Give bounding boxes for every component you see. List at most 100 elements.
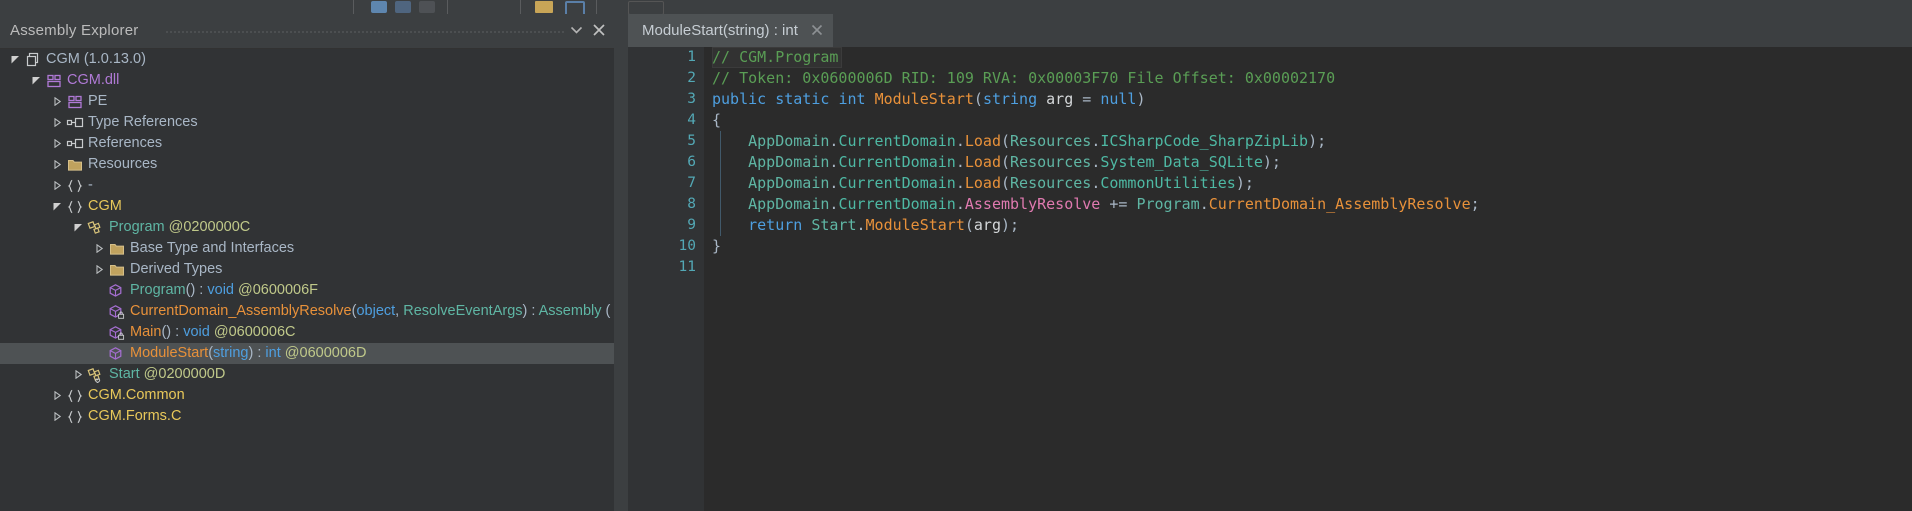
code-line[interactable]: 1 // CGM.Program <box>628 47 1912 68</box>
tree-row[interactable]: Base Type and Interfaces <box>0 238 614 259</box>
tree-row[interactable]: References <box>0 133 614 154</box>
tree-row[interactable]: - <box>0 175 614 196</box>
folder-icon <box>66 154 84 175</box>
code-line[interactable]: 7 AppDomain.CurrentDomain.Load(Resources… <box>628 173 1912 194</box>
twisty-collapsed-icon[interactable] <box>50 154 64 175</box>
tree-row-label: CurrentDomain_AssemblyResolve(object, Re… <box>130 303 611 319</box>
toolbar-icon-run[interactable] <box>371 1 387 13</box>
namespace-icon <box>66 406 84 427</box>
tree-row-label: CGM.dll <box>67 72 120 88</box>
panel-header: Assembly Explorer <box>0 14 614 49</box>
panel-splitter[interactable] <box>614 14 628 511</box>
ide-window: Assembly Explorer CGM (1.0.13.0) CGM.dll… <box>0 0 1912 511</box>
folder-icon <box>108 259 126 280</box>
folder-icon <box>108 238 126 259</box>
code-lines[interactable]: 1 // CGM.Program 2 // Token: 0x0600006D RID… <box>628 47 1912 511</box>
tree-row[interactable]: ModuleStart(string) : int @0600006D <box>0 343 614 364</box>
twisty-collapsed-icon[interactable] <box>71 364 85 385</box>
code-line[interactable]: 10} <box>628 236 1912 257</box>
tree-row[interactable]: Program() : void @0600006F <box>0 280 614 301</box>
tree-row[interactable]: Derived Types <box>0 259 614 280</box>
toolbar-icon-folder[interactable] <box>535 1 553 13</box>
tree-row-label: Start @0200000D <box>109 366 226 382</box>
code-line[interactable]: 3 public static int ModuleStart(string ar… <box>628 89 1912 110</box>
code-line[interactable]: 8 AppDomain.CurrentDomain.AssemblyResolv… <box>628 194 1912 215</box>
tree-row-label: Program @0200000C <box>109 219 251 235</box>
namespace-icon <box>66 175 84 196</box>
toolbar-separator <box>520 0 521 14</box>
tree-row-label: CGM.Forms.C <box>88 408 182 424</box>
tree-row[interactable]: CGM.dll <box>0 70 614 91</box>
code-editor: ModuleStart(string) : int 1 // CGM.Progra… <box>628 14 1912 511</box>
line-number: 6 <box>687 154 696 170</box>
method-private-icon <box>108 322 126 343</box>
code-line[interactable]: 9 return Start.ModuleStart(arg); <box>628 215 1912 236</box>
reference-icon <box>66 133 84 154</box>
tree-row[interactable]: Type References <box>0 112 614 133</box>
tree-row-label: PE <box>88 93 108 109</box>
tree-row[interactable]: Resources <box>0 154 614 175</box>
line-number: 3 <box>687 91 696 107</box>
module-icon <box>66 91 84 112</box>
class-internal-icon <box>87 364 105 385</box>
tree-row[interactable]: CGM (1.0.13.0) <box>0 49 614 70</box>
code-text: } <box>712 237 722 255</box>
tree-row-label: Base Type and Interfaces <box>130 240 295 256</box>
twisty-collapsed-icon[interactable] <box>50 112 64 133</box>
twisty-expanded-icon[interactable] <box>71 217 85 238</box>
code-line[interactable]: 2 // Token: 0x0600006D RID: 109 RVA: 0x00… <box>628 68 1912 89</box>
tree-row[interactable]: Main() : void @0600006C <box>0 322 614 343</box>
code-line[interactable]: 4{ <box>628 110 1912 131</box>
code-surface[interactable]: 1 // CGM.Program 2 // Token: 0x0600006D RID… <box>628 47 1912 511</box>
tab-modulestart[interactable]: ModuleStart(string) : int <box>628 14 833 47</box>
panel-title: Assembly Explorer <box>10 22 139 39</box>
close-icon[interactable] <box>589 20 609 40</box>
tree-row[interactable]: Program @0200000C <box>0 217 614 238</box>
tree-row-label: Resources <box>88 156 158 172</box>
twisty-expanded-icon[interactable] <box>29 70 43 91</box>
toolbar-icon-debug[interactable] <box>395 1 411 13</box>
tree-row[interactable]: CGM <box>0 196 614 217</box>
tree-row-label: CGM <box>88 198 122 214</box>
twisty-collapsed-icon[interactable] <box>50 91 64 112</box>
twisty-collapsed-icon[interactable] <box>50 406 64 427</box>
tree-row[interactable]: CGM.Common <box>0 385 614 406</box>
reference-icon <box>66 112 84 133</box>
line-number: 5 <box>687 133 696 149</box>
toolbar-icon-stop[interactable] <box>419 1 435 13</box>
method-private-icon <box>108 301 126 322</box>
code-text: AppDomain.CurrentDomain.Load(Resources.C… <box>748 174 1254 192</box>
twisty-collapsed-icon[interactable] <box>92 259 106 280</box>
close-icon[interactable] <box>811 24 823 38</box>
main-toolbar <box>0 0 1912 17</box>
toolbar-separator <box>596 0 597 14</box>
line-number: 11 <box>678 259 696 275</box>
tree-row-label: Program() : void @0600006F <box>130 282 319 298</box>
panel-drag-handle[interactable] <box>165 30 564 34</box>
module-icon <box>45 70 63 91</box>
line-number: 10 <box>678 238 696 254</box>
twisty-expanded-icon[interactable] <box>8 49 22 70</box>
assembly-tree[interactable]: CGM (1.0.13.0) CGM.dll PE Type Reference… <box>0 49 614 511</box>
code-line[interactable]: 6 AppDomain.CurrentDomain.Load(Resources… <box>628 152 1912 173</box>
twisty-collapsed-icon[interactable] <box>50 175 64 196</box>
toolbar-icon-search[interactable] <box>628 1 664 15</box>
twisty-expanded-icon[interactable] <box>50 196 64 217</box>
code-text: AppDomain.CurrentDomain.Load(Resources.I… <box>748 132 1327 150</box>
twisty-collapsed-icon[interactable] <box>50 385 64 406</box>
tree-row[interactable]: CurrentDomain_AssemblyResolve(object, Re… <box>0 301 614 322</box>
twisty-collapsed-icon[interactable] <box>92 238 106 259</box>
code-line[interactable]: 5 AppDomain.CurrentDomain.Load(Resources… <box>628 131 1912 152</box>
code-text: public static int ModuleStart(string arg… <box>712 90 1146 108</box>
line-number: 9 <box>687 217 696 233</box>
code-text: AppDomain.CurrentDomain.Load(Resources.S… <box>748 153 1281 171</box>
tree-row[interactable]: PE <box>0 91 614 112</box>
editor-tabbar: ModuleStart(string) : int <box>628 14 1912 47</box>
line-number: 8 <box>687 196 696 212</box>
code-text: // Token: 0x0600006D RID: 109 RVA: 0x000… <box>712 69 1336 87</box>
tree-row[interactable]: Start @0200000D <box>0 364 614 385</box>
code-line[interactable]: 11 <box>628 257 1912 278</box>
chevron-down-icon[interactable] <box>566 20 586 40</box>
twisty-collapsed-icon[interactable] <box>50 133 64 154</box>
tree-row[interactable]: CGM.Forms.C <box>0 406 614 427</box>
